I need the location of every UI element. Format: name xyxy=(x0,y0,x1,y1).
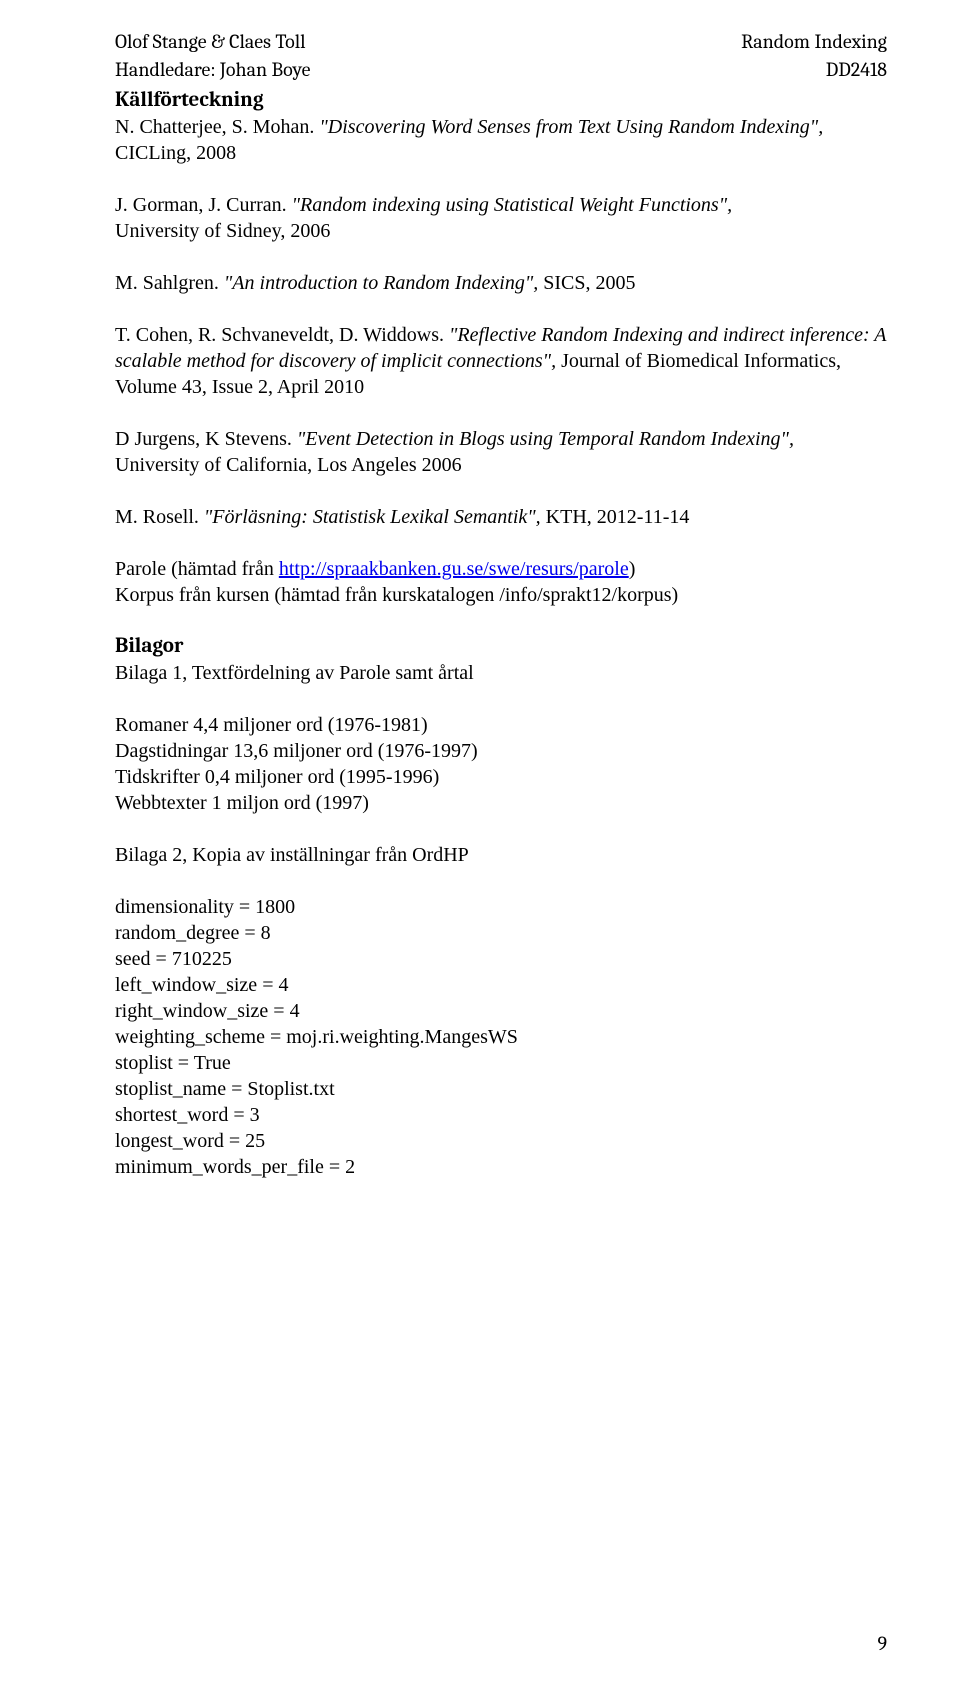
setting-dimensionality: dimensionality = 1800 xyxy=(115,894,887,920)
header-handledare: Handledare: Johan Boye xyxy=(115,56,311,84)
ref-6-title: "Förläsning: Statistisk Lexikal Semantik… xyxy=(204,506,541,528)
ref-5-author: D Jurgens, K Stevens. xyxy=(115,428,297,450)
ref-5-title: "Event Detection in Blogs using Temporal… xyxy=(297,428,794,450)
ref-4: T. Cohen, R. Schvaneveldt, D. Widdows. "… xyxy=(115,322,887,400)
setting-shortest-word: shortest_word = 3 xyxy=(115,1102,887,1128)
ref-1-title: "Discovering Word Senses from Text Using… xyxy=(319,116,823,138)
ref-5: D Jurgens, K Stevens. "Event Detection i… xyxy=(115,426,887,478)
bilaga1-line1: Romaner 4,4 miljoner ord (1976-1981) xyxy=(115,712,887,738)
bibliography-heading: Källförteckning xyxy=(115,88,887,112)
setting-longest-word: longest_word = 25 xyxy=(115,1128,887,1154)
setting-weighting-scheme: weighting_scheme = moj.ri.weighting.Mang… xyxy=(115,1024,887,1050)
ref-6-venue: KTH, 2012-11-14 xyxy=(541,506,690,528)
page-header: Olof Stange & Claes Toll Handledare: Joh… xyxy=(115,28,887,84)
ref-2-venue: University of Sidney, 2006 xyxy=(115,220,330,242)
header-course: DD2418 xyxy=(741,56,887,84)
page-number: 9 xyxy=(877,1632,887,1655)
bilaga1-line2: Dagstidningar 13,6 miljoner ord (1976-19… xyxy=(115,738,887,764)
ref-6-author: M. Rosell. xyxy=(115,506,204,528)
ref-3-venue: SICS, 2005 xyxy=(538,272,635,294)
ref-3-title: "An introduction to Random Indexing", xyxy=(224,272,538,294)
header-authors: Olof Stange & Claes Toll xyxy=(115,28,311,56)
parole-line1: Parole (hämtad från http://spraakbanken.… xyxy=(115,556,887,582)
ref-4-author: T. Cohen, R. Schvaneveldt, D. Widdows. xyxy=(115,324,449,346)
parole-post: ) xyxy=(629,558,636,580)
setting-left-window-size: left_window_size = 4 xyxy=(115,972,887,998)
attachments-heading: Bilagor xyxy=(115,634,887,658)
setting-seed: seed = 710225 xyxy=(115,946,887,972)
setting-stoplist: stoplist = True xyxy=(115,1050,887,1076)
ref-1-venue: CICLing, 2008 xyxy=(115,142,236,164)
header-title: Random Indexing xyxy=(741,28,887,56)
ref-3: M. Sahlgren. "An introduction to Random … xyxy=(115,270,887,296)
ref-3-author: M. Sahlgren. xyxy=(115,272,224,294)
bilaga1-line4: Webbtexter 1 miljon ord (1997) xyxy=(115,790,887,816)
setting-right-window-size: right_window_size = 4 xyxy=(115,998,887,1024)
setting-stoplist-name: stoplist_name = Stoplist.txt xyxy=(115,1076,887,1102)
parole-pre: Parole (hämtad från xyxy=(115,558,279,580)
document-body: Källförteckning N. Chatterjee, S. Mohan.… xyxy=(115,88,887,1180)
bilaga1-line3: Tidskrifter 0,4 miljoner ord (1995-1996) xyxy=(115,764,887,790)
ref-1: N. Chatterjee, S. Mohan. "Discovering Wo… xyxy=(115,114,887,166)
ref-5-venue: University of California, Los Angeles 20… xyxy=(115,454,462,476)
ref-2: J. Gorman, J. Curran. "Random indexing u… xyxy=(115,192,887,244)
ref-6: M. Rosell. "Förläsning: Statistisk Lexik… xyxy=(115,504,887,530)
ref-1-author: N. Chatterjee, S. Mohan. xyxy=(115,116,319,138)
ref-2-title: "Random indexing using Statistical Weigh… xyxy=(292,194,732,216)
ref-2-author: J. Gorman, J. Curran. xyxy=(115,194,292,216)
parole-line2: Korpus från kursen (hämtad från kurskata… xyxy=(115,582,887,608)
parole-link[interactable]: http://spraakbanken.gu.se/swe/resurs/par… xyxy=(279,558,629,580)
bilaga1-title: Bilaga 1, Textfördelning av Parole samt … xyxy=(115,660,887,686)
setting-random-degree: random_degree = 8 xyxy=(115,920,887,946)
bilaga2-title: Bilaga 2, Kopia av inställningar från Or… xyxy=(115,842,887,868)
setting-minimum-words-per-file: minimum_words_per_file = 2 xyxy=(115,1154,887,1180)
